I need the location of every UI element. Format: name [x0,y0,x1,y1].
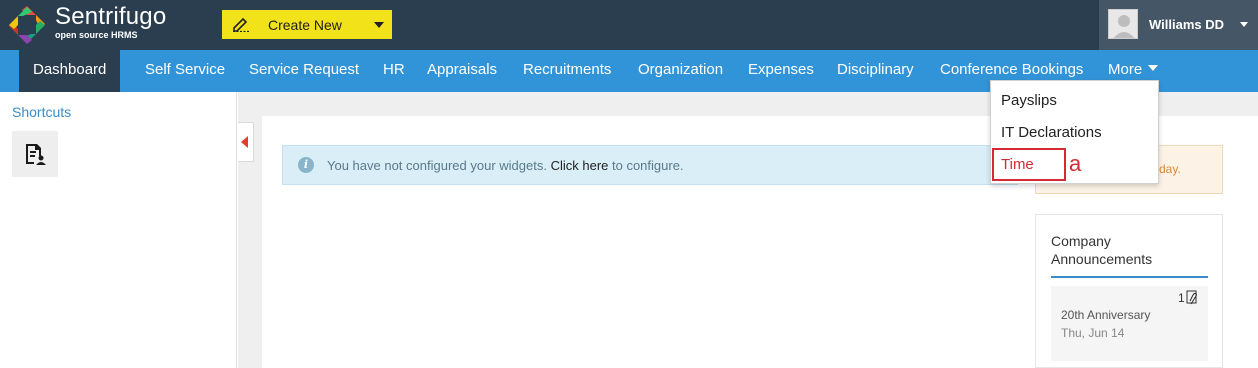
announcement-title: 20th Anniversary [1061,308,1151,322]
chevron-down-icon [1240,22,1248,27]
sidebar-collapse-toggle[interactable] [238,122,254,162]
brand-tagline: open source HRMS [55,30,138,40]
announcement-item[interactable]: 1 20th Anniversary Thu, Jun 14 [1051,286,1208,361]
nav-item-self-service[interactable]: Self Service [145,50,225,92]
nav-item-expenses[interactable]: Expenses [748,50,814,92]
nav-item-recruitments[interactable]: Recruitments [523,50,611,92]
shortcuts-title: Shortcuts [12,104,72,120]
attachment-count: 1 [1178,291,1185,305]
info-alert-text: You have not configured your widgets. Cl… [327,158,684,173]
time-highlight-box [992,148,1066,181]
info-icon: i [298,157,314,173]
announcements-title: Company Announcements [1051,233,1153,267]
annotation-label: a [1069,151,1082,176]
nav-item-organization[interactable]: Organization [638,50,723,92]
chevron-down-icon [374,22,384,28]
top-header: Sentrifugo open source HRMS Create New W… [0,0,1258,50]
nav-item-service-request[interactable]: Service Request [249,50,359,92]
info-alert-text-after: to configure. [612,158,684,173]
widgets-info-alert: i You have not configured your widgets. … [282,145,1018,185]
nav-item-more-label: More [1108,61,1143,78]
user-name: Williams DD [1149,17,1225,32]
user-silhouette-icon [1113,15,1135,38]
shortcut-tile[interactable] [12,131,58,177]
avatar [1108,9,1138,39]
create-new-button[interactable]: Create New [222,10,392,39]
edit-icon [233,17,249,32]
chevron-left-icon [241,136,248,148]
nav-item-dashboard[interactable]: Dashboard [19,50,121,92]
nav-item-disciplinary[interactable]: Disciplinary [837,50,914,92]
configure-link[interactable]: Click here [551,158,609,173]
nav-item-hr[interactable]: HR [383,50,405,92]
attachment-icon[interactable] [1186,290,1198,305]
nav-item-appraisals[interactable]: Appraisals [427,50,497,92]
info-alert-text-before: You have not configured your widgets. [327,158,547,173]
company-announcements-widget: Company Announcements 1 20th Anniversary… [1035,214,1223,368]
user-menu[interactable]: Williams DD [1099,0,1258,50]
chevron-down-icon [1148,65,1159,72]
menu-item-payslips[interactable]: Payslips [1001,92,1057,109]
notice-text: day. [1159,162,1181,176]
announcement-date: Thu, Jun 14 [1061,326,1125,340]
sentrifugo-logo-icon[interactable] [6,4,48,46]
menu-item-it-declarations[interactable]: IT Declarations [1001,124,1102,141]
create-new-label: Create New [268,17,342,33]
brand-name: Sentrifugo [55,3,167,30]
employee-document-icon [26,144,46,165]
announcements-divider [1051,276,1208,278]
shortcuts-panel: Shortcuts [0,92,237,368]
